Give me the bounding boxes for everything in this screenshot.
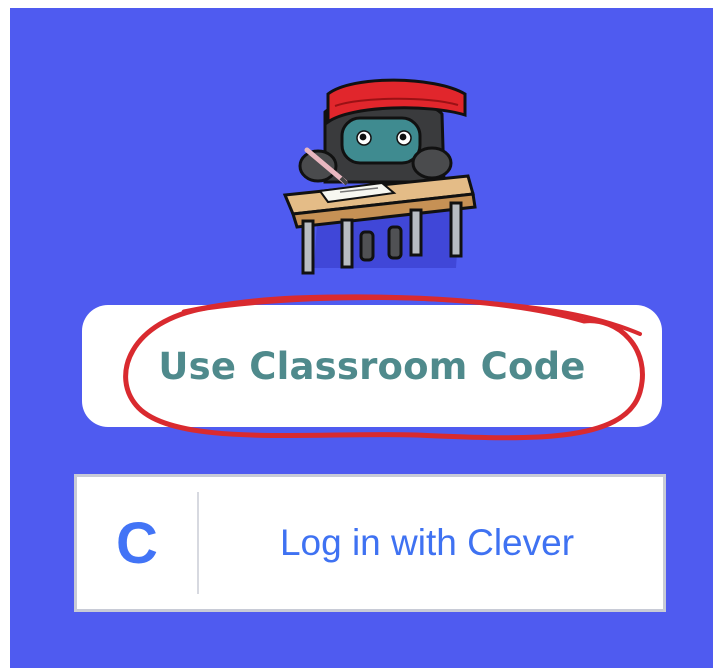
use-classroom-code-label: Use Classroom Code — [158, 344, 586, 388]
robot-student-at-desk-icon — [282, 78, 477, 275]
log-in-with-clever-button[interactable]: C Log in with Clever — [74, 474, 666, 612]
clever-logo-icon: C — [116, 510, 158, 576]
use-classroom-code-button[interactable]: Use Classroom Code — [82, 305, 662, 427]
login-screen: Use Classroom Code C Log in with Clever — [10, 8, 713, 668]
log-in-with-clever-label: Log in with Clever — [279, 522, 575, 563]
